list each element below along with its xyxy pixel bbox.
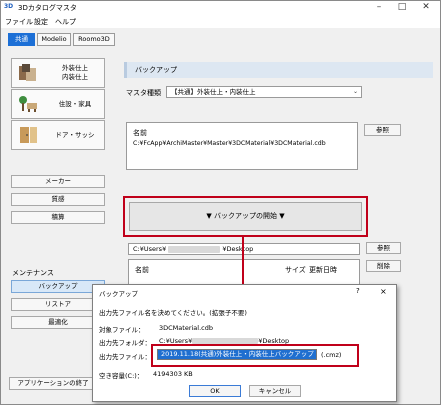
category-door-sash-button[interactable]: ドア・サッシ [11, 120, 105, 150]
tab-modelio[interactable]: Modelio [37, 33, 71, 46]
section-title: バックアップ [124, 62, 433, 78]
estimate-button[interactable]: 積算 [11, 211, 105, 224]
menu-file[interactable]: ファイル [5, 17, 33, 27]
target-file-label: 対象ファイル： [99, 326, 145, 334]
cancel-button[interactable]: キャンセル [249, 385, 301, 397]
delete-button[interactable]: 削除 [366, 260, 401, 272]
maintenance-label: メンテナンス [12, 269, 54, 277]
optimize-button[interactable]: 最適化 [11, 316, 105, 329]
menu-help[interactable]: ヘルプ [55, 17, 76, 27]
door-icon [20, 127, 37, 143]
category-equipment-furniture-button[interactable]: 住設・家具 [11, 89, 105, 119]
ok-button[interactable]: OK [189, 385, 241, 397]
restore-button[interactable]: リストア [11, 298, 105, 311]
master-type-label: マスタ種類 [126, 89, 161, 97]
dest-path-prefix: C:¥Users¥ [133, 245, 167, 253]
backup-dialog: バックアップ ? × 出力先ファイル名を決めてください。(拡張子不要) 対象ファ… [92, 284, 397, 402]
minimize-button[interactable]: – [368, 1, 390, 14]
category-label: 外装仕上 内装仕上 [62, 64, 88, 81]
app-logo-icon: 3D [4, 3, 14, 10]
chevron-down-icon: ⌄ [352, 88, 358, 95]
category-exterior-interior-button[interactable]: 外装仕上 内装仕上 [11, 58, 105, 88]
dialog-help-button[interactable]: ? [356, 287, 360, 295]
list-header-date: 更新日時 [309, 266, 337, 274]
dialog-title: バックアップ [99, 290, 138, 298]
browse-source-button[interactable]: 参照 [364, 124, 401, 136]
master-type-select[interactable]: 【共通】外装仕上・内装仕上 ⌄ [166, 86, 362, 98]
exit-application-button[interactable]: アプリケーションの終了 [9, 377, 97, 390]
maximize-button[interactable]: □ [391, 1, 413, 14]
category-label: ドア・サッシ [55, 131, 95, 139]
master-type-value: 【共通】外装仕上・内装仕上 [171, 88, 256, 96]
source-file-box: 名前 C:¥FcApp¥ArchiMaster¥Master¥3DCMateri… [126, 122, 358, 170]
dialog-close-button[interactable]: × [380, 287, 387, 296]
close-window-button[interactable]: ✕ [415, 1, 437, 14]
window-title: 3Dカタログマスタ [18, 4, 77, 12]
list-header-name: 名前 [135, 266, 149, 274]
target-file-value: 3DCMaterial.cdb [159, 324, 213, 332]
list-header-size: サイズ [285, 266, 306, 274]
wall-material-icon [19, 64, 36, 81]
tab-roomo3d[interactable]: Roomo3D [73, 33, 115, 46]
furniture-icon [19, 96, 37, 112]
maker-button[interactable]: メーカー [11, 175, 105, 188]
free-space-value: 4194303 KB [153, 370, 193, 378]
menu-settings[interactable]: 設定 [34, 17, 48, 27]
dialog-title-bar [93, 285, 396, 299]
dest-file-input[interactable]: 2019.11.18(共通)外装仕上・内装仕上バックアップ [157, 349, 317, 360]
free-space-label: 空き容量(C:)： [99, 372, 144, 380]
backup-start-button[interactable]: ▼ バックアップの開始 ▼ [129, 202, 362, 231]
source-path: C:¥FcApp¥ArchiMaster¥Master¥3DCMaterial¥… [133, 140, 326, 147]
dest-file-label: 出力先ファイル： [99, 353, 151, 361]
dialog-instruction: 出力先ファイル名を決めてください。(拡張子不要) [99, 309, 247, 317]
category-label: 住設・家具 [58, 100, 92, 108]
tab-common[interactable]: 共通 [8, 33, 35, 46]
backup-button[interactable]: バックアップ [11, 280, 105, 293]
browse-dest-button[interactable]: 参照 [366, 242, 401, 254]
name-header: 名前 [133, 129, 147, 137]
texture-button[interactable]: 質感 [11, 193, 105, 206]
dest-file-ext: (.cmz) [321, 351, 342, 359]
dest-folder-label: 出力先フォルダ： [99, 339, 151, 347]
redacted-username [168, 245, 221, 253]
